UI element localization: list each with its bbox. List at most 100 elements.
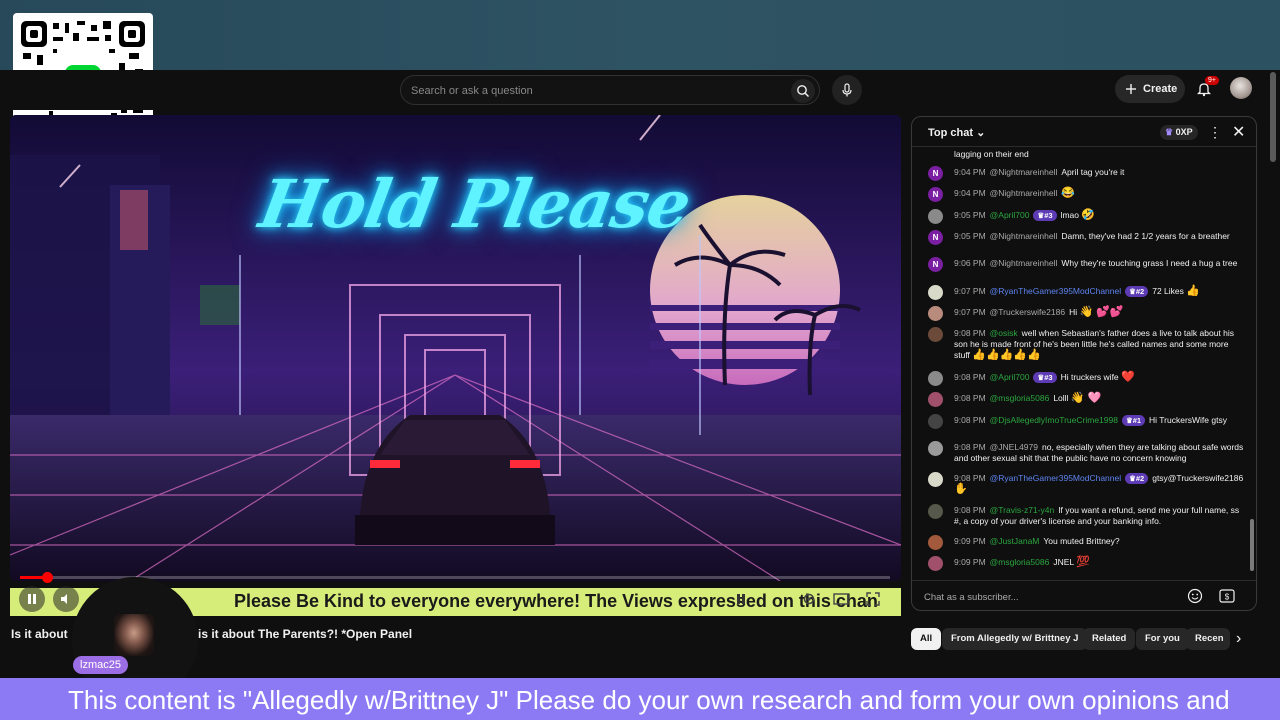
chat-avatar[interactable] bbox=[928, 556, 943, 571]
create-button[interactable]: Create bbox=[1115, 75, 1185, 103]
chat-input-row: $ bbox=[912, 580, 1256, 610]
stream-overlay-top-band bbox=[0, 0, 1280, 70]
close-chat-icon[interactable]: ✕ bbox=[1232, 122, 1245, 142]
chat-timestamp: 9:07 PM bbox=[954, 286, 986, 296]
chat-emoji: 💯 bbox=[1076, 556, 1090, 568]
chat-avatar[interactable]: N bbox=[928, 187, 943, 202]
chat-avatar[interactable] bbox=[928, 414, 943, 429]
chat-text: gtsy@Truckerswife2186 bbox=[1152, 473, 1244, 483]
chat-message-body: 9:07 PM @RyanTheGamer395ModChannel ♛#2 72 L… bbox=[954, 286, 1246, 297]
chat-text: lmao bbox=[1060, 210, 1082, 220]
chat-username[interactable]: @JustJanaM bbox=[990, 536, 1040, 546]
chat-avatar[interactable]: N bbox=[928, 166, 943, 181]
chat-message-list[interactable]: lagging on their end N 9:04 PM @Nightmarei… bbox=[912, 148, 1250, 578]
emoji-picker-icon[interactable] bbox=[1187, 588, 1203, 609]
chat-username[interactable]: @Nightmareinhell bbox=[990, 188, 1058, 198]
chat-username[interactable]: @April700 bbox=[990, 210, 1030, 220]
page-scrollbar[interactable] bbox=[1266, 70, 1280, 650]
chat-emoji: ✋ bbox=[954, 483, 968, 495]
chat-avatar[interactable] bbox=[928, 285, 943, 300]
chat-text: 72 Likes bbox=[1152, 286, 1187, 296]
chat-username[interactable]: @JNEL4979 bbox=[990, 442, 1038, 452]
super-chat-icon[interactable]: $ bbox=[1219, 589, 1235, 608]
chat-message-body: 9:08 PM @msgloria5086 Lolll 👋 🩷 bbox=[954, 393, 1246, 404]
search-button[interactable] bbox=[791, 79, 815, 103]
chat-username[interactable]: @Travis-z71-y4n bbox=[990, 505, 1055, 515]
bottom-disclaimer-text: This content is "Allegedly w/Brittney J"… bbox=[68, 685, 1230, 715]
xp-pill[interactable]: ♛ 0XP bbox=[1160, 125, 1198, 140]
chat-username[interactable]: @msgloria5086 bbox=[990, 393, 1050, 403]
chat-username[interactable]: @Nightmareinhell bbox=[990, 231, 1058, 241]
chat-timestamp: 9:08 PM bbox=[954, 393, 986, 403]
filter-chip[interactable]: Recen bbox=[1186, 628, 1230, 650]
chat-username[interactable]: @April700 bbox=[990, 372, 1030, 382]
filter-chip[interactable]: From Allegedly w/ Brittney J bbox=[942, 628, 1088, 650]
chat-avatar[interactable]: N bbox=[928, 257, 943, 272]
account-avatar[interactable] bbox=[1230, 77, 1252, 99]
chat-avatar[interactable] bbox=[928, 441, 943, 456]
volume-button[interactable] bbox=[53, 586, 79, 612]
search-input[interactable] bbox=[411, 82, 771, 100]
chat-avatar[interactable] bbox=[928, 209, 943, 224]
search-box[interactable] bbox=[400, 75, 820, 105]
chat-avatar[interactable] bbox=[928, 306, 943, 321]
chat-username[interactable]: @Nightmareinhell bbox=[990, 167, 1058, 177]
video-progress-scrubber[interactable] bbox=[42, 572, 53, 583]
chat-message-body: 9:07 PM @Truckerswife2186 Hi 👋 💕💕 bbox=[954, 307, 1246, 318]
crown-icon: ♛ bbox=[1165, 127, 1174, 137]
voice-search-button[interactable] bbox=[832, 75, 862, 105]
notifications-button[interactable]: 9+ bbox=[1193, 76, 1219, 100]
search-icon bbox=[797, 85, 809, 97]
chat-emoji: 👋 💕💕 bbox=[1079, 306, 1124, 318]
chat-timestamp: 9:05 PM bbox=[954, 210, 986, 220]
chat-scrollbar[interactable] bbox=[1250, 153, 1254, 573]
chat-username[interactable]: @msgloria5086 bbox=[990, 557, 1050, 567]
chat-avatar[interactable] bbox=[928, 371, 943, 386]
chat-timestamp: 9:08 PM bbox=[954, 415, 986, 425]
chevron-right-icon[interactable]: › bbox=[1236, 630, 1241, 648]
chat-scrollbar-thumb[interactable] bbox=[1250, 519, 1254, 571]
chat-username[interactable]: @DjsAllegedlyImoTrueCrime1998 bbox=[990, 415, 1118, 425]
fullscreen-icon[interactable] bbox=[864, 590, 882, 608]
filter-chip[interactable]: Related bbox=[1083, 628, 1136, 650]
chat-timestamp: 9:08 PM bbox=[954, 473, 986, 483]
chat-timestamp: 9:07 PM bbox=[954, 307, 986, 317]
chat-header: Top chat ⌄ ♛ 0XP ⋮ ✕ bbox=[912, 117, 1256, 147]
chat-mode-dropdown[interactable]: Top chat ⌄ bbox=[928, 126, 985, 139]
chat-username[interactable]: @RyanTheGamer395ModChannel bbox=[990, 473, 1121, 483]
chat-username[interactable]: @osisk bbox=[990, 328, 1018, 338]
settings-gear-icon[interactable] bbox=[800, 590, 818, 608]
chat-input[interactable] bbox=[924, 588, 1174, 606]
pause-icon bbox=[28, 594, 36, 604]
chat-message-body: 9:04 PM @Nightmareinhell April tag you're … bbox=[954, 167, 1246, 178]
chat-username[interactable]: @Nightmareinhell bbox=[990, 258, 1058, 268]
chat-avatar[interactable] bbox=[928, 327, 943, 342]
notifications-badge: 9+ bbox=[1205, 76, 1219, 85]
chat-timestamp: 9:04 PM bbox=[954, 188, 986, 198]
filter-chip[interactable]: For you bbox=[1136, 628, 1189, 650]
chat-rank-badge: ♛#2 bbox=[1125, 473, 1149, 484]
chat-username[interactable]: @RyanTheGamer395ModChannel bbox=[990, 286, 1121, 296]
pause-button[interactable] bbox=[19, 586, 45, 612]
chat-rank-badge: ♛#3 bbox=[1033, 210, 1057, 221]
xp-label: 0XP bbox=[1175, 127, 1193, 137]
chat-avatar[interactable] bbox=[928, 504, 943, 519]
chat-avatar[interactable] bbox=[928, 392, 943, 407]
chat-avatar[interactable]: N bbox=[928, 230, 943, 245]
chat-message-body: 9:05 PM @Nightmareinhell Damn, they've had… bbox=[954, 231, 1246, 242]
chat-username[interactable]: @Truckerswife2186 bbox=[990, 307, 1065, 317]
video-player[interactable]: Hold Please bbox=[10, 115, 901, 581]
more-options-icon[interactable]: ⋮ bbox=[1208, 124, 1222, 141]
pause-small-icon[interactable] bbox=[732, 590, 750, 608]
chat-avatar[interactable] bbox=[928, 472, 943, 487]
chat-text: lagging on their end bbox=[954, 149, 1029, 159]
chat-message-body: 9:09 PM @msgloria5086 JNEL 💯 bbox=[954, 557, 1246, 568]
chat-avatar[interactable] bbox=[928, 535, 943, 550]
theater-mode-icon[interactable] bbox=[832, 590, 850, 608]
chat-emoji: 😂 bbox=[1061, 187, 1076, 199]
page-scrollbar-thumb[interactable] bbox=[1270, 72, 1276, 162]
filter-chip[interactable]: All bbox=[911, 628, 942, 650]
chat-text: Hi bbox=[1069, 307, 1080, 317]
plus-icon bbox=[1126, 84, 1136, 94]
chat-emoji: 👍 bbox=[1186, 285, 1200, 297]
